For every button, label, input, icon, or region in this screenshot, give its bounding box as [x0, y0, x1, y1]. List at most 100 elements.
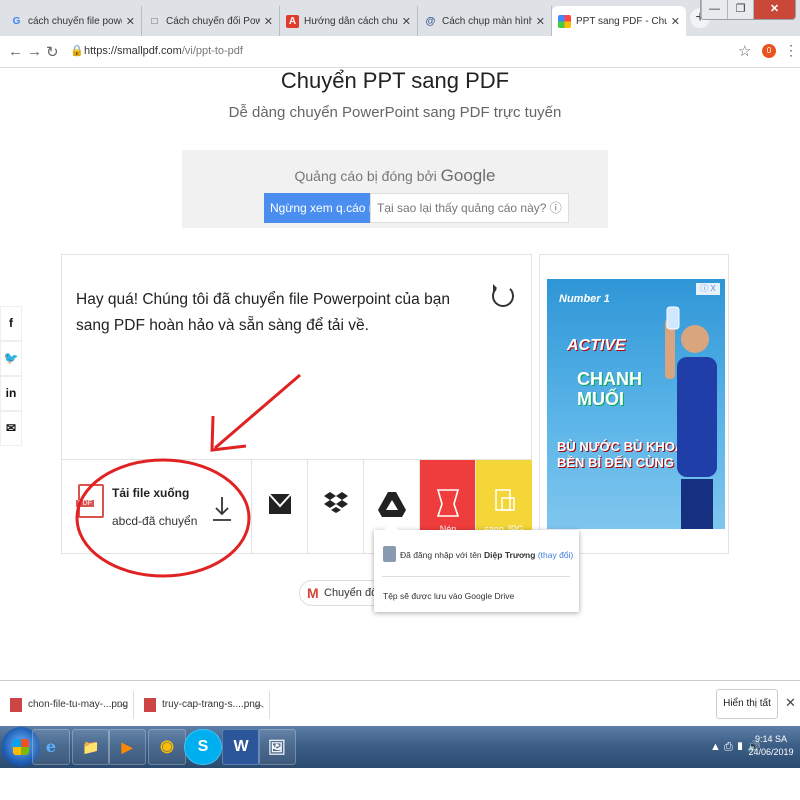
chrome-icon[interactable]: ◉	[148, 729, 186, 765]
clock-date: 24/06/2019	[748, 747, 794, 757]
url-path: /vi/ppt-to-pdf	[181, 45, 243, 57]
gmail-m-icon: M	[307, 585, 319, 601]
maximize-button[interactable]: ❐	[727, 0, 753, 19]
save-to-gmail-button[interactable]	[252, 460, 308, 554]
pdf-file-label: PDF	[76, 500, 94, 507]
social-share-bar: f 🐦 in ✉	[0, 306, 22, 446]
image-file-icon	[10, 698, 22, 712]
photos-icon[interactable]: 🖼	[258, 729, 296, 765]
browser-menu-icon[interactable]: ⋮	[784, 43, 798, 57]
ad-closed-text: Quảng cáo bị đóng bởi Google	[182, 166, 608, 186]
user-name: Diệp Trương	[484, 550, 536, 560]
windows-logo-icon	[13, 739, 29, 755]
smallpdf-icon: ■	[558, 14, 571, 28]
tab-close-icon[interactable]: ✕	[126, 15, 135, 28]
dropbox-icon	[324, 492, 348, 513]
tab-article-3[interactable]: @ Cách chụp màn hình máy tính n ✕	[418, 6, 552, 36]
close-shelf-icon[interactable]: ✕	[785, 695, 796, 711]
minimize-button[interactable]: —	[701, 0, 727, 19]
forward-icon[interactable]: →	[27, 43, 42, 60]
tab-article-2[interactable]: A Hướng dẫn cách chuyển đổi file ✕	[280, 6, 418, 36]
tab-close-icon[interactable]: ✕	[264, 15, 273, 28]
url-text: https://smallpdf.com/vi/ppt-to-pdf	[84, 45, 243, 57]
tab-title: Cách chuyển đổi PowerPoint sa	[166, 15, 260, 27]
ad-brand-line1: Number 1	[559, 293, 610, 305]
at-icon: @	[425, 15, 436, 27]
pdf-site-icon: A	[286, 14, 299, 28]
google-brand: Google	[440, 166, 496, 185]
chevron-up-icon[interactable]: ︿	[254, 691, 264, 719]
tab-smallpdf[interactable]: ■ PPT sang PDF - Chuyển đổi Pow ✕	[552, 6, 686, 36]
tab-close-icon[interactable]: ✕	[402, 15, 411, 28]
google-drive-popup: Đã đăng nhập với tên Diệp Trương (thay đ…	[374, 523, 579, 612]
ad-choices-icon[interactable]: ⓘ X	[696, 283, 720, 295]
tab-title: Hướng dẫn cách chuyển đổi file	[304, 15, 398, 27]
system-clock[interactable]: 9:14 SA 24/06/2019	[748, 733, 794, 759]
show-all-downloads-button[interactable]: Hiển thị tất cả	[716, 689, 778, 737]
logged-in-prefix: Đã đăng nhập với tên	[400, 550, 482, 560]
download-item[interactable]: chon-file-tu-may-...png ︿	[0, 691, 134, 719]
tab-close-icon[interactable]: ✕	[536, 15, 545, 28]
download-file-name: abcd-đã chuyển	[112, 514, 198, 528]
internet-explorer-icon[interactable]: e	[32, 729, 70, 765]
page-icon: □	[151, 15, 158, 27]
file-explorer-icon[interactable]: 📁	[72, 729, 110, 765]
email-icon[interactable]: ✉	[0, 411, 22, 446]
bookmark-star-icon[interactable]: ☆	[738, 42, 751, 60]
ad-brand-line2: ACTIVE	[567, 337, 626, 354]
popup-divider	[382, 576, 570, 577]
url-host: https://smallpdf.com	[84, 45, 182, 57]
ad-brand-line3: CHANH MUỐI	[577, 369, 642, 409]
tab-title: PPT sang PDF - Chuyển đổi Pow	[576, 15, 667, 27]
browser-toolbar: ← → ↻ 🔒 https://smallpdf.com/vi/ppt-to-p…	[0, 36, 800, 68]
download-title: Tải file xuống	[112, 486, 190, 500]
user-avatar	[383, 546, 396, 562]
start-over-icon[interactable]	[492, 284, 514, 307]
side-advertisement[interactable]: Number 1 ACTIVE CHANH MUỐI BÙ NƯỚC BÙ KH…	[539, 254, 729, 554]
page-subtitle: Dễ dàng chuyển PowerPoint sang PDF trực …	[228, 104, 562, 121]
why-ad-button[interactable]: Tại sao lại thấy quảng cáo này? ⓘ	[370, 193, 569, 223]
tab-google-search[interactable]: G cách chuyển file powerpoint sang ✕	[4, 6, 142, 36]
tab-close-icon[interactable]: ✕	[671, 15, 680, 28]
download-shelf: chon-file-tu-may-...png ︿ truy-cap-trang…	[0, 680, 800, 737]
ad-closed-label: Quảng cáo bị đóng bởi	[294, 168, 437, 184]
lock-icon: 🔒	[70, 45, 84, 57]
success-message: Hay quá! Chúng tôi đã chuyển file Powerp…	[76, 291, 450, 334]
ad-image[interactable]: Number 1 ACTIVE CHANH MUỐI BÙ NƯỚC BÙ KH…	[547, 279, 725, 529]
tab-title: Cách chụp màn hình máy tính n	[442, 15, 532, 27]
back-icon[interactable]: ←	[8, 43, 23, 60]
media-player-icon[interactable]: ▶	[108, 729, 146, 765]
skype-icon[interactable]: S	[184, 729, 222, 765]
clock-time: 9:14 SA	[754, 734, 788, 744]
save-note: Tệp sẽ được lưu vào Google Drive	[383, 591, 515, 601]
page-title: Chuyển PPT sang PDF	[280, 68, 510, 93]
linkedin-icon[interactable]: in	[0, 376, 22, 411]
empty-bottom-area	[0, 768, 800, 800]
download-item-name: truy-cap-trang-s....png	[162, 699, 261, 710]
download-file-button[interactable]: PDF Tải file xuống abcd-đã chuyển	[62, 460, 252, 554]
logged-in-info: Đã đăng nhập với tên Diệp Trương (thay đ…	[400, 550, 573, 560]
extension-icon[interactable]: 0	[762, 44, 776, 58]
gmail-icon	[268, 493, 292, 514]
window-controls: — ❐ ✕	[700, 0, 796, 20]
address-bar[interactable]: 🔒 https://smallpdf.com/vi/ppt-to-pdf	[62, 41, 752, 63]
image-file-icon	[144, 698, 156, 712]
twitter-icon[interactable]: 🐦	[0, 341, 22, 376]
change-account-link[interactable]: (thay đổi)	[538, 550, 573, 560]
pdf-file-icon: PDF	[76, 484, 104, 518]
tab-article-1[interactable]: □ Cách chuyển đổi PowerPoint sa ✕	[142, 6, 280, 36]
download-item[interactable]: truy-cap-trang-s....png ︿	[134, 691, 270, 719]
word-icon[interactable]: W	[222, 729, 260, 765]
ad-closed-banner: Quảng cáo bị đóng bởi Google Ngừng xem q…	[182, 150, 608, 228]
result-card: Hay quá! Chúng tôi đã chuyển file Powerp…	[61, 254, 532, 554]
tab-title: cách chuyển file powerpoint sang	[28, 15, 122, 27]
tab-strip: G cách chuyển file powerpoint sang ✕ □ C…	[0, 0, 800, 36]
download-item-name: chon-file-tu-may-...png	[28, 699, 129, 710]
ad-person-image	[665, 306, 717, 529]
save-to-dropbox-button[interactable]	[308, 460, 364, 554]
close-window-button[interactable]: ✕	[753, 0, 795, 19]
reload-icon[interactable]: ↻	[46, 43, 59, 61]
chevron-up-icon[interactable]: ︿	[118, 691, 128, 719]
facebook-icon[interactable]: f	[0, 306, 22, 341]
google-icon: G	[12, 15, 21, 27]
